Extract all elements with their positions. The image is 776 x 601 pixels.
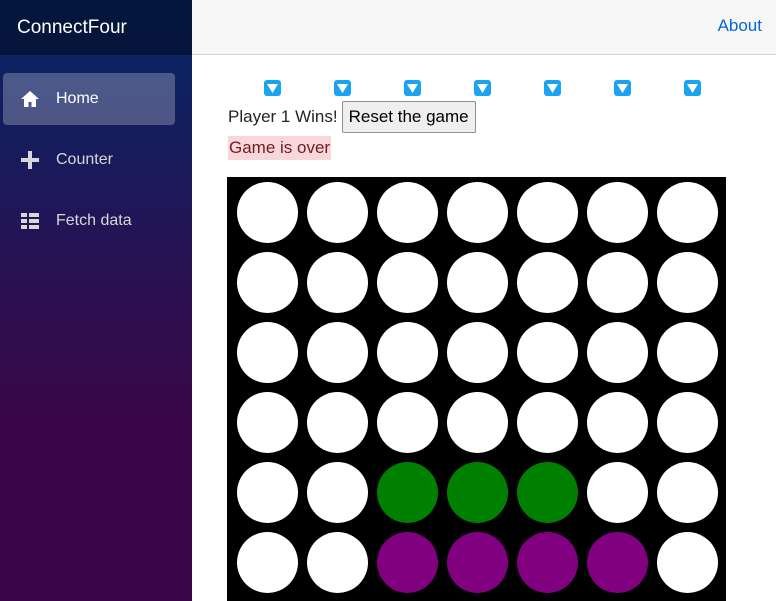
board-cell-empty [377, 322, 438, 383]
board-cell-empty [237, 532, 298, 593]
board-cell-empty [657, 322, 718, 383]
drop-column-4-button[interactable] [474, 80, 491, 96]
drop-column-7-button[interactable] [684, 80, 701, 96]
board-cell-empty [447, 182, 508, 243]
arrow-down-icon [407, 83, 418, 93]
board-cell-empty [377, 182, 438, 243]
brand-bar: ConnectFour [0, 0, 192, 55]
board-cell-player1 [447, 462, 508, 523]
board-cell-empty [587, 252, 648, 313]
plus-icon [20, 150, 40, 170]
board-cell-empty [307, 392, 368, 453]
board-cell-empty [237, 462, 298, 523]
board-cell-empty [237, 182, 298, 243]
main-content: Player 1 Wins! Reset the game Game is ov… [192, 55, 776, 601]
status-row: Player 1 Wins! Reset the game [228, 101, 476, 133]
nav-item-home[interactable]: Home [3, 73, 175, 125]
board-cell-player2 [517, 532, 578, 593]
nav-menu: Home Counter Fetch data [0, 55, 192, 247]
board-cell-player2 [377, 532, 438, 593]
board-cell-empty [377, 252, 438, 313]
board-cell-player2 [587, 532, 648, 593]
nav-item-label: Counter [56, 151, 113, 168]
sidebar: ConnectFour Home Counter Fetch data [0, 0, 192, 601]
nav-item-fetch-data[interactable]: Fetch data [3, 195, 175, 247]
home-icon [20, 89, 40, 109]
board-cell-empty [657, 392, 718, 453]
board-cell-empty [237, 392, 298, 453]
board-cell-empty [377, 392, 438, 453]
board-cell-player1 [377, 462, 438, 523]
board-cell-empty [237, 252, 298, 313]
board-cell-player1 [517, 462, 578, 523]
drop-column-2-button[interactable] [334, 80, 351, 96]
board-cell-empty [447, 252, 508, 313]
board-cell-player2 [447, 532, 508, 593]
board-cell-empty [517, 182, 578, 243]
board-cell-empty [657, 532, 718, 593]
board-cell-empty [517, 252, 578, 313]
nav-item-counter[interactable]: Counter [3, 134, 175, 186]
board-cell-empty [587, 392, 648, 453]
board-cell-empty [587, 462, 648, 523]
game-board [227, 177, 726, 601]
board-cell-empty [307, 462, 368, 523]
board-cell-empty [307, 252, 368, 313]
board-cell-empty [237, 322, 298, 383]
board-cell-empty [517, 392, 578, 453]
board-cell-empty [587, 182, 648, 243]
board-cell-empty [657, 462, 718, 523]
top-row: About [192, 0, 776, 55]
arrow-down-icon [547, 83, 558, 93]
drop-column-6-button[interactable] [614, 80, 631, 96]
board-cell-empty [307, 322, 368, 383]
arrow-down-icon [267, 83, 278, 93]
drop-column-1-button[interactable] [264, 80, 281, 96]
arrow-down-icon [687, 83, 698, 93]
drop-column-3-button[interactable] [404, 80, 421, 96]
board-cell-empty [657, 252, 718, 313]
drop-column-5-button[interactable] [544, 80, 561, 96]
winner-status: Player 1 Wins! [228, 107, 338, 126]
board-cell-empty [517, 322, 578, 383]
board-cell-empty [447, 322, 508, 383]
board-cell-empty [587, 322, 648, 383]
arrow-down-icon [477, 83, 488, 93]
nav-item-label: Home [56, 90, 99, 107]
board-cell-empty [657, 182, 718, 243]
nav-item-label: Fetch data [56, 212, 132, 229]
arrow-down-icon [617, 83, 628, 93]
about-link[interactable]: About [718, 16, 762, 36]
board-cell-empty [447, 392, 508, 453]
board-cell-empty [307, 182, 368, 243]
reset-game-button[interactable]: Reset the game [341, 101, 476, 133]
list-icon [20, 211, 40, 231]
game-over-alert: Game is over [228, 136, 332, 160]
brand-link[interactable]: ConnectFour [17, 17, 127, 39]
board-cell-empty [307, 532, 368, 593]
arrow-down-icon [337, 83, 348, 93]
